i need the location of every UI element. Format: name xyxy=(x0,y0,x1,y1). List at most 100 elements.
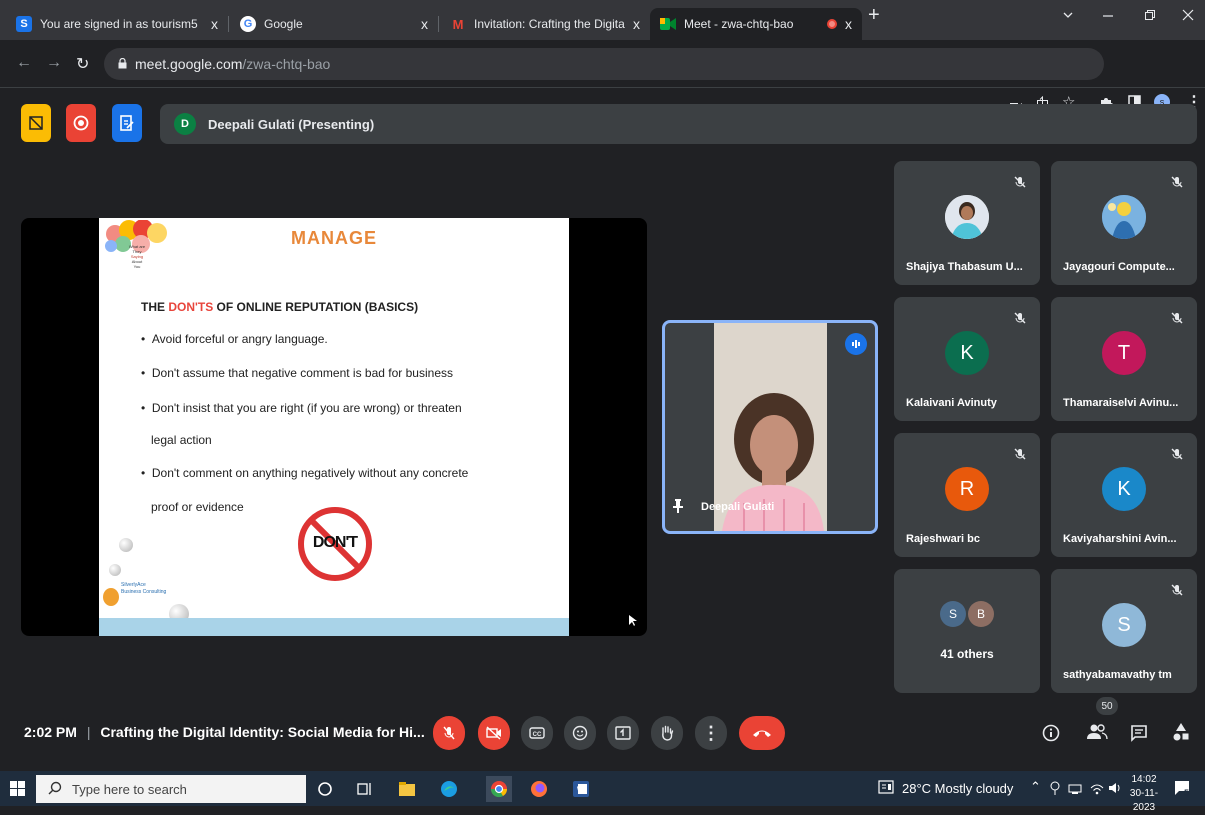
participant-avatar: R xyxy=(945,467,989,511)
cortana-icon[interactable] xyxy=(316,780,334,798)
participant-name: Jayagouri Compute... xyxy=(1063,261,1175,273)
firefox-icon[interactable] xyxy=(530,780,548,798)
close-window-icon[interactable] xyxy=(1182,8,1194,24)
leave-call-button[interactable] xyxy=(739,716,785,750)
tab-label: Google xyxy=(264,17,303,31)
presenting-label: Deepali Gulati (Presenting) xyxy=(208,116,375,132)
close-tab-icon[interactable]: x xyxy=(211,16,218,32)
weather-status[interactable]: 28°C Mostly cloudy xyxy=(902,781,1013,796)
raise-hand-button[interactable] xyxy=(651,716,683,750)
meeting-details-icon[interactable] xyxy=(1042,724,1060,747)
participant-name: Shajiya Thabasum U... xyxy=(906,261,1023,273)
close-tab-icon[interactable]: x xyxy=(421,16,428,32)
tab-gmail-invitation[interactable]: M Invitation: Crafting the Digital Id x xyxy=(440,8,650,40)
gmail-icon: M xyxy=(452,16,464,32)
presenting-banner: D Deepali Gulati (Presenting) xyxy=(160,104,1197,144)
browser-tab-strip: S You are signed in as tourism5 x G Goog… xyxy=(0,0,1205,40)
participant-tile[interactable]: Shajiya Thabasum U... xyxy=(894,161,1040,285)
participant-tile[interactable]: T Thamaraiselvi Avinu... xyxy=(1051,297,1197,421)
new-tab-button[interactable]: + xyxy=(868,4,880,27)
clock-time: 14:02 xyxy=(1131,774,1157,785)
restore-icon[interactable] xyxy=(1144,8,1156,24)
others-avatar: S xyxy=(940,601,966,627)
mic-off-icon xyxy=(1014,311,1026,329)
url-path: /zwa-chtq-bao xyxy=(242,56,331,72)
presenter-tile[interactable]: Deepali Gulati xyxy=(662,320,878,534)
participant-tile[interactable]: R Rajeshwari bc xyxy=(894,433,1040,557)
clock[interactable]: 14:02 30-11-2023 xyxy=(1124,773,1164,815)
tab-google[interactable]: G Google x xyxy=(230,8,438,40)
notifications-icon[interactable]: 5 xyxy=(1174,780,1192,803)
slide-bullet: • Don't comment on anything negatively w… xyxy=(141,466,469,480)
show-hidden-icons-chevron-icon[interactable]: ⌃ xyxy=(1030,779,1041,795)
tab-meet[interactable]: Meet - zwa-chtq-bao x xyxy=(650,8,862,40)
presenter-name: Deepali Gulati xyxy=(701,501,775,513)
record-extension-icon[interactable] xyxy=(66,104,96,142)
camera-toggle-button[interactable] xyxy=(478,716,510,750)
meeting-title: Crafting the Digital Identity: Social Me… xyxy=(100,724,425,740)
forward-icon[interactable]: → xyxy=(46,54,62,72)
meeting-separator: | xyxy=(86,724,91,740)
participant-avatar: K xyxy=(945,331,989,375)
weather-icon[interactable] xyxy=(878,780,894,799)
s-favicon-icon: S xyxy=(16,16,32,32)
network-tray-icon[interactable] xyxy=(1068,782,1082,800)
close-tab-icon[interactable]: x xyxy=(633,16,640,32)
taskbar-search-box[interactable]: Type here to search xyxy=(36,775,306,803)
participant-tile[interactable]: Jayagouri Compute... xyxy=(1051,161,1197,285)
participant-tile[interactable]: K Kaviyaharshini Avin... xyxy=(1051,433,1197,557)
reload-icon[interactable]: ↻ xyxy=(76,54,89,74)
wifi-icon[interactable] xyxy=(1090,782,1104,800)
present-screen-button[interactable] xyxy=(607,716,639,750)
tab-label: You are signed in as tourism5 xyxy=(40,17,198,31)
slide-subtitle: THE DON'TS OF ONLINE REPUTATION (BASICS) xyxy=(141,300,418,314)
file-explorer-icon[interactable] xyxy=(398,780,416,798)
mic-off-icon xyxy=(1171,583,1183,601)
participant-name: Kaviyaharshini Avin... xyxy=(1063,533,1177,545)
participant-name: Rajeshwari bc xyxy=(906,533,980,545)
address-bar[interactable]: meet.google.com/zwa-chtq-bao xyxy=(104,48,1104,80)
chat-icon[interactable] xyxy=(1130,724,1148,747)
presentation-stage[interactable]: What are They Saying About You MANAGE TH… xyxy=(21,218,647,636)
presenter-avatar: D xyxy=(174,113,196,135)
svg-text:W: W xyxy=(577,785,586,795)
meet-present-tray-icon[interactable] xyxy=(1050,781,1060,800)
participant-tile[interactable]: S sathyabamavathy tm xyxy=(1051,569,1197,693)
pin-icon[interactable] xyxy=(673,499,683,518)
others-tile[interactable]: S B 41 others xyxy=(894,569,1040,693)
edge-browser-icon[interactable] xyxy=(440,780,458,798)
subtitle-suffix: OF ONLINE REPUTATION (BASICS) xyxy=(213,300,419,314)
tab-label: Invitation: Crafting the Digital Id xyxy=(474,17,625,31)
word-app-icon[interactable]: W xyxy=(572,780,590,798)
back-icon[interactable]: ← xyxy=(16,54,32,72)
google-favicon-icon: G xyxy=(240,16,256,32)
clock-date: 30-11-2023 xyxy=(1129,788,1159,813)
captions-button[interactable]: CC xyxy=(521,716,553,750)
bullet-text: Don't comment on anything negatively wit… xyxy=(151,466,469,480)
tab-signed-in[interactable]: S You are signed in as tourism5 x xyxy=(6,8,228,40)
activities-icon[interactable] xyxy=(1172,722,1190,747)
footer-logo: SilverlyAce Business Consulting xyxy=(101,580,191,616)
close-tab-icon[interactable]: x xyxy=(845,16,852,32)
tab-search-icon[interactable] xyxy=(1062,8,1074,24)
url-domain: meet.google.com xyxy=(135,56,243,72)
whiteboard-extension-icon[interactable] xyxy=(21,104,51,142)
slide: What are They Saying About You MANAGE TH… xyxy=(99,218,569,636)
logo-line: You xyxy=(133,264,141,269)
attendance-extension-icon[interactable] xyxy=(112,104,142,142)
minimize-icon[interactable] xyxy=(1102,8,1114,24)
search-placeholder: Type here to search xyxy=(72,781,187,797)
people-icon[interactable] xyxy=(1086,722,1108,747)
more-options-icon[interactable]: ⋮ xyxy=(695,716,727,750)
speaking-indicator-icon xyxy=(845,333,867,355)
chrome-icon[interactable] xyxy=(486,776,512,802)
emoji-reaction-button[interactable] xyxy=(564,716,596,750)
task-view-icon[interactable] xyxy=(356,780,374,798)
mic-toggle-button[interactable] xyxy=(433,716,465,750)
participant-photo xyxy=(945,195,989,239)
volume-icon[interactable] xyxy=(1108,781,1122,800)
others-count-label: 41 others xyxy=(940,647,994,661)
participant-avatar: K xyxy=(1102,467,1146,511)
windows-start-icon[interactable] xyxy=(10,781,26,802)
participant-tile[interactable]: K Kalaivani Avinuty xyxy=(894,297,1040,421)
